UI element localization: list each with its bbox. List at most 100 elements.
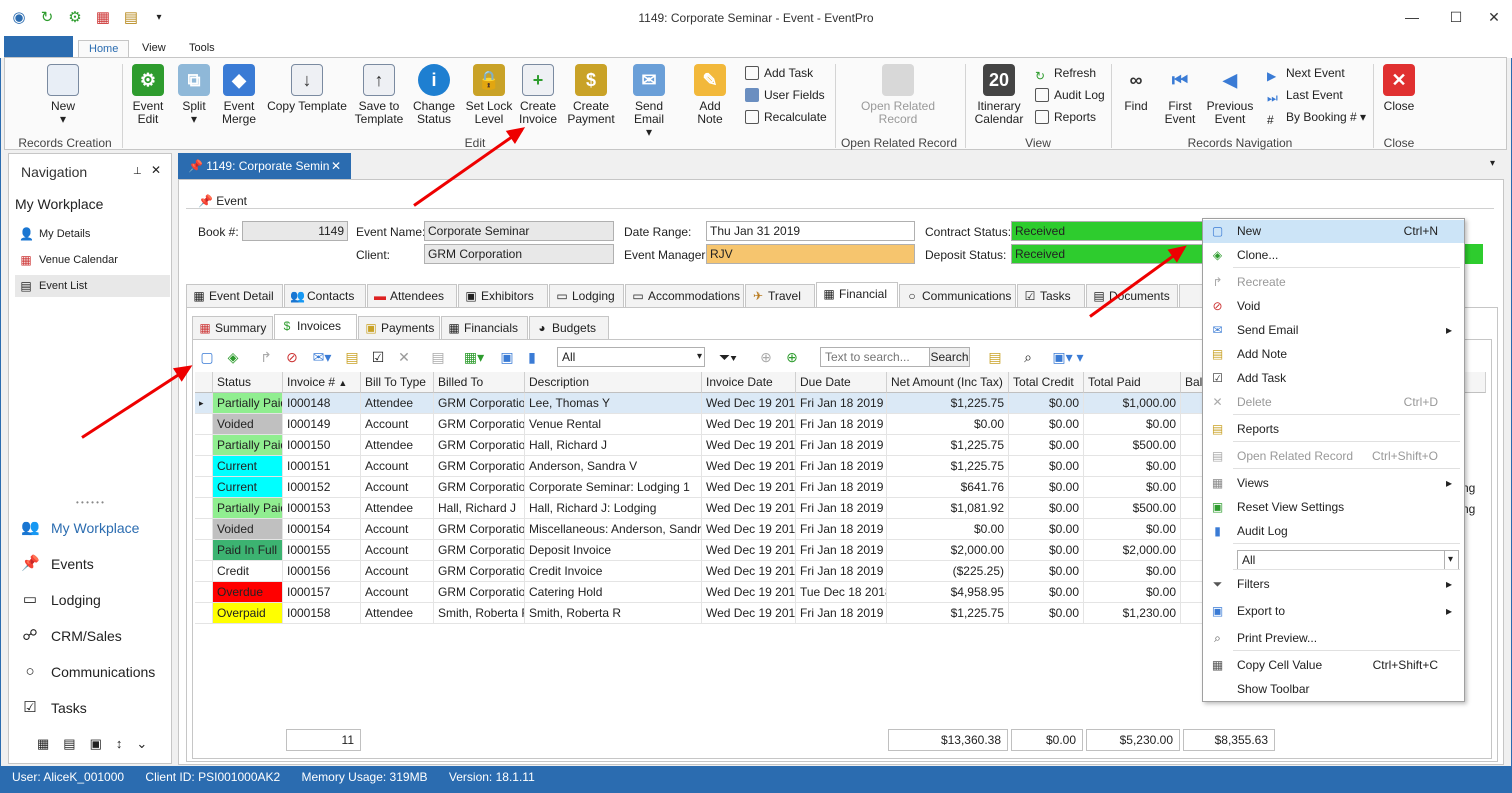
menu-item-filters[interactable]: ⏷ Filters ▸ — [1203, 573, 1464, 596]
cell-desc[interactable]: Deposit Invoice — [525, 540, 702, 561]
tab-invoices[interactable]: $ Invoices — [274, 314, 357, 340]
cell-desc[interactable]: Credit Invoice — [525, 561, 702, 582]
cell-billed[interactable]: GRM Corporation — [434, 540, 525, 561]
menu-item-reports[interactable]: ▤ Reports — [1203, 418, 1464, 441]
menu-item-send-email[interactable]: ✉ Send Email ▸ — [1203, 319, 1464, 342]
cell-paid[interactable]: $500.00 — [1084, 498, 1181, 519]
cell-net[interactable]: $1,225.75 — [887, 603, 1009, 624]
cell-credit[interactable]: $0.00 — [1009, 603, 1084, 624]
cell-due[interactable]: Fri Jan 18 2019 — [796, 519, 887, 540]
cell-status[interactable]: Voided — [213, 414, 283, 435]
cell-credit[interactable]: $0.00 — [1009, 498, 1084, 519]
cell-due[interactable]: Fri Jan 18 2019 — [796, 393, 887, 414]
tab-travel[interactable]: ✈ Travel — [745, 284, 815, 308]
cell-paid[interactable]: $1,000.00 — [1084, 393, 1181, 414]
next-event-button[interactable]: ▶ Next Event — [1267, 66, 1345, 83]
create-invoice-button[interactable]: + Create Invoice — [515, 64, 561, 126]
cell-paid[interactable]: $0.00 — [1084, 456, 1181, 477]
cell-balance[interactable] — [1181, 477, 1203, 498]
cell-inv[interactable]: I000154 — [283, 519, 361, 540]
new-doc-icon[interactable]: ▢ — [197, 347, 217, 367]
cell-net[interactable]: $641.76 — [887, 477, 1009, 498]
col-net-amount[interactable]: Net Amount (Inc Tax) — [887, 372, 1009, 393]
close-tab-icon[interactable]: ✕ — [331, 153, 341, 179]
cell-type[interactable]: Attendee — [361, 435, 434, 456]
cell-credit[interactable]: $0.00 — [1009, 540, 1084, 561]
cell-credit[interactable]: $0.00 — [1009, 456, 1084, 477]
cell-balance[interactable] — [1181, 498, 1203, 519]
pin-icon[interactable]: ⊥ — [133, 166, 142, 177]
tab-event-detail[interactable]: ▦ Event Detail — [186, 284, 283, 308]
contract-status-field[interactable]: Received — [1011, 221, 1203, 241]
itinerary-calendar-button[interactable]: 20 Itinerary Calendar — [973, 64, 1025, 126]
table-row[interactable]: Paid In Full I000155 Account GRM Corporatio… — [195, 540, 1203, 561]
cell-due[interactable]: Tue Dec 18 2018 — [796, 582, 887, 603]
nav-tasks[interactable]: ☑ Tasks — [21, 696, 171, 720]
reports-button[interactable]: Reports — [1035, 110, 1096, 124]
table-row[interactable]: ▸ Partially Paid I000148 Attendee GRM Corpor… — [195, 393, 1203, 414]
cell-type[interactable]: Account — [361, 561, 434, 582]
cell-paid[interactable]: $0.00 — [1084, 477, 1181, 498]
cell-status[interactable]: Credit — [213, 561, 283, 582]
cell-due[interactable]: Fri Jan 18 2019 — [796, 435, 887, 456]
tab-tools[interactable]: Tools — [179, 40, 225, 58]
cell-idate[interactable]: Wed Dec 19 2018 — [702, 519, 796, 540]
cell-type[interactable]: Attendee — [361, 498, 434, 519]
nav-crm-sales[interactable]: ☍ CRM/Sales — [21, 624, 171, 648]
first-event-button[interactable]: ⏮ First Event — [1157, 64, 1203, 126]
close-nav-icon[interactable]: ✕ — [151, 163, 161, 177]
event-manager-field[interactable]: RJV — [706, 244, 915, 264]
app-menu-button[interactable] — [4, 36, 73, 58]
cell-net[interactable]: $1,081.92 — [887, 498, 1009, 519]
print-preview-icon[interactable]: ⌕ — [1018, 347, 1038, 367]
menu-item-add-task[interactable]: ☑ Add Task — [1203, 367, 1464, 390]
document-tab[interactable]: 📌 1149: Corporate Semin ✕ — [178, 153, 351, 179]
table-row[interactable]: Partially Paid I000150 Attendee GRM Corpora… — [195, 435, 1203, 456]
cell-net[interactable]: $4,958.95 — [887, 582, 1009, 603]
menu-item-add-note[interactable]: ▤ Add Note — [1203, 343, 1464, 366]
col-invoice-date[interactable]: Invoice Date — [702, 372, 796, 393]
cell-balance[interactable] — [1181, 582, 1203, 603]
add-task-button[interactable]: Add Task — [745, 66, 813, 80]
cell-due[interactable]: Fri Jan 18 2019 — [796, 603, 887, 624]
cell-balance[interactable] — [1181, 561, 1203, 582]
void-icon[interactable]: ⊘ — [282, 347, 302, 367]
menu-item-views[interactable]: ▦ Views ▸ — [1203, 472, 1464, 495]
clone-icon[interactable]: ◈ — [223, 347, 243, 367]
tab-contacts[interactable]: 👥 Contacts — [284, 284, 366, 308]
table-row[interactable]: Partially Paid I000153 Attendee Hall, Richa… — [195, 498, 1203, 519]
tab-tasks[interactable]: ☑ Tasks — [1017, 284, 1085, 308]
view-filter-select[interactable]: All ▾ — [557, 347, 705, 367]
col-invoice-number[interactable]: Invoice # ▲ — [283, 372, 361, 393]
cell-billed[interactable]: GRM Corporation — [434, 456, 525, 477]
book-field[interactable]: 1149 — [242, 221, 348, 241]
nav-more-icons[interactable]: ▦▤▣↕⌄ — [37, 736, 161, 752]
cell-desc[interactable]: Smith, Roberta R — [525, 603, 702, 624]
cell-billed[interactable]: GRM Corporation — [434, 393, 525, 414]
cell-idate[interactable]: Wed Dec 19 2018 — [702, 603, 796, 624]
table-row[interactable]: Credit I000156 Account GRM Corporation Credi… — [195, 561, 1203, 582]
cell-balance[interactable] — [1181, 456, 1203, 477]
previous-event-button[interactable]: ◀ Previous Event — [1205, 64, 1255, 126]
context-view-select[interactable]: All ▾ — [1237, 550, 1459, 570]
cell-status[interactable]: Partially Paid — [213, 435, 283, 456]
refresh-button[interactable]: ↻ Refresh — [1035, 66, 1096, 83]
col-billed-to[interactable]: Billed To — [434, 372, 525, 393]
views-icon[interactable]: ▦▾ — [460, 347, 488, 367]
table-row[interactable]: Current I000152 Account GRM Corporation Corp… — [195, 477, 1203, 498]
cell-balance[interactable] — [1181, 414, 1203, 435]
send-email-button[interactable]: ✉ Send Email ▾ — [621, 64, 677, 139]
cell-due[interactable]: Fri Jan 18 2019 — [796, 561, 887, 582]
filter-icon[interactable]: ⏷▾ — [714, 347, 742, 367]
cell-billed[interactable]: GRM Corporation — [434, 414, 525, 435]
table-row[interactable]: Current I000151 Account GRM Corporation Ande… — [195, 456, 1203, 477]
cell-credit[interactable]: $0.00 — [1009, 561, 1084, 582]
tab-payments[interactable]: ▣ Payments — [358, 316, 440, 340]
cell-due[interactable]: Fri Jan 18 2019 — [796, 456, 887, 477]
menu-item-export-to[interactable]: ▣ Export to ▸ — [1203, 600, 1464, 623]
nav-venue-calendar[interactable]: ▦ Venue Calendar — [15, 249, 170, 271]
table-row[interactable]: Voided I000154 Account GRM Corporation Misce… — [195, 519, 1203, 540]
cell-net[interactable]: $2,000.00 — [887, 540, 1009, 561]
cell-billed[interactable]: GRM Corporation — [434, 582, 525, 603]
event-merge-button[interactable]: ◆ Event Merge — [219, 64, 259, 126]
